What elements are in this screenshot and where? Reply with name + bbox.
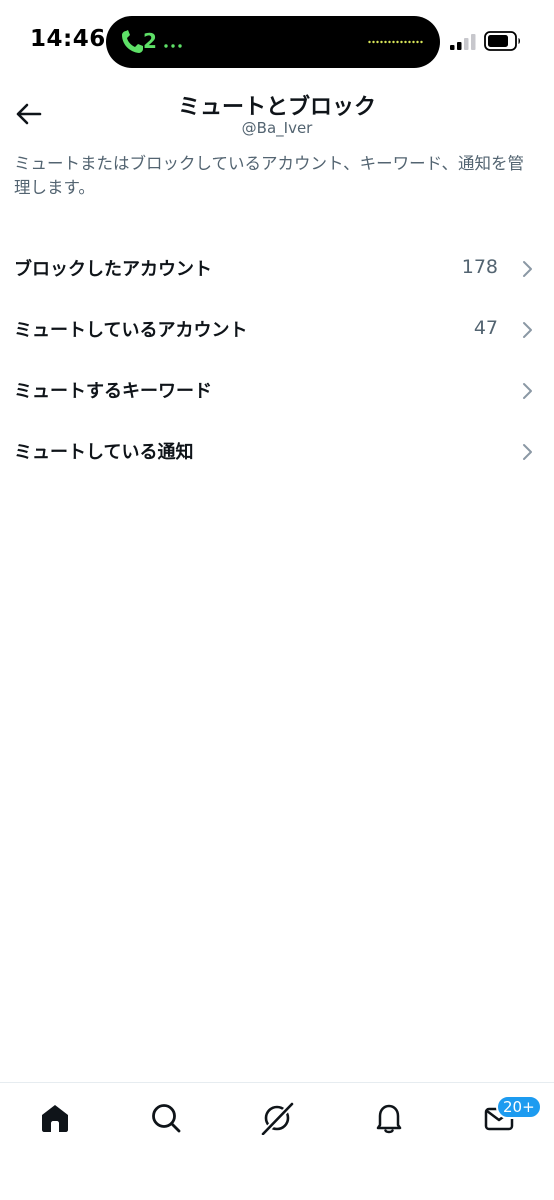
messages-badge: 20+ <box>496 1095 542 1119</box>
bell-icon <box>376 1104 402 1134</box>
home-icon <box>42 1105 68 1132</box>
account-handle: @Ba_Iver <box>241 119 313 137</box>
nav-home[interactable] <box>38 1101 72 1135</box>
menu-item-count: 47 <box>473 317 498 339</box>
nav-grok[interactable] <box>260 1101 295 1137</box>
screen: 14:46 2 ミュートとブロック @Ba_Iver ミュートまたはブロックして… <box>0 0 554 1200</box>
phone-call-icon <box>122 30 143 53</box>
menu-item-muted-notifications[interactable]: ミュートしている通知 <box>0 421 554 482</box>
dynamic-island[interactable]: 2 <box>106 16 440 68</box>
chevron-right-icon <box>523 444 532 460</box>
page-title: ミュートとブロック <box>177 95 376 120</box>
menu-item-muted-keywords[interactable]: ミュートするキーワード <box>0 360 554 421</box>
menu-item-label: ミュートしている通知 <box>14 442 194 463</box>
grok-icon <box>260 1101 295 1137</box>
battery-icon <box>484 31 520 51</box>
settings-menu: ブロックしたアカウント 178 ミュートしているアカウント 47 ミュートするキ… <box>0 238 554 482</box>
page-description: ミュートまたはブロックしているアカウント、キーワード、通知を管理します。 <box>14 154 525 197</box>
status-time: 14:46 <box>30 26 106 52</box>
menu-item-muted-accounts[interactable]: ミュートしているアカウント 47 <box>0 299 554 360</box>
cellular-signal-icon <box>450 34 476 50</box>
menu-item-label: ブロックしたアカウント <box>14 259 212 280</box>
menu-item-count: 178 <box>461 256 498 278</box>
call-count: 2 <box>143 29 157 53</box>
search-icon <box>152 1104 181 1133</box>
chevron-right-icon <box>523 322 532 338</box>
ellipsis-icon <box>164 44 182 48</box>
menu-item-label: ミュートしているアカウント <box>14 320 248 341</box>
nav-search[interactable] <box>149 1101 183 1135</box>
nav-notifications[interactable] <box>372 1101 406 1135</box>
chevron-right-icon <box>523 383 532 399</box>
status-bar: 14:46 2 <box>0 0 554 80</box>
menu-item-blocked-accounts[interactable]: ブロックしたアカウント 178 <box>0 238 554 299</box>
bottom-nav: 20+ <box>0 1082 554 1200</box>
audio-waveform-icon <box>368 40 423 44</box>
menu-item-label: ミュートするキーワード <box>14 381 212 402</box>
header: ミュートとブロック @Ba_Iver <box>0 86 554 142</box>
chevron-right-icon <box>523 261 532 277</box>
